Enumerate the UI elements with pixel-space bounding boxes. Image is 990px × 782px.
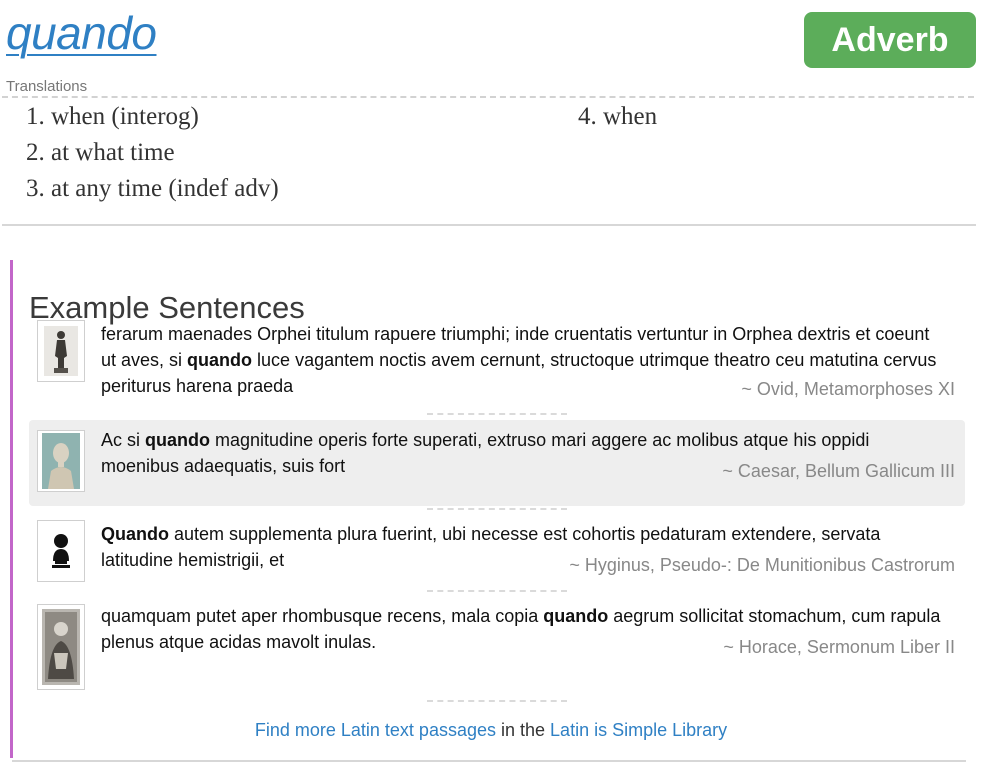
example-source: ~ Ovid, Metamorphoses XI: [741, 379, 955, 399]
keyword-highlight: quando: [187, 350, 253, 370]
library-link[interactable]: Latin is Simple Library: [550, 720, 727, 740]
statue-icon[interactable]: [37, 320, 85, 382]
example-source: ~ Caesar, Bellum Gallicum III: [722, 461, 955, 481]
example-sentences-section: Example Sentences ferarum maenades Orphe…: [10, 260, 969, 758]
example-separator: [427, 700, 567, 702]
headword-link[interactable]: quando: [6, 8, 157, 59]
example-separator: [427, 413, 567, 415]
example-row: Quando autem supplementa plura fuerint, …: [29, 514, 965, 594]
bottom-divider: [12, 760, 966, 762]
keyword-highlight: quando: [543, 606, 609, 626]
keyword-highlight: quando: [145, 430, 211, 450]
library-footer: Find more Latin text passages in the Lat…: [13, 720, 969, 741]
example-separator: [427, 508, 567, 510]
translations-divider: [2, 96, 974, 98]
translations-list-left: 1. when (interog) 2. at what time 3. at …: [26, 99, 279, 207]
translation-item: 2. at what time: [26, 139, 175, 166]
translation-item: 1. when (interog): [26, 103, 199, 130]
section-divider: [2, 224, 976, 226]
translation-item: 4. when: [578, 103, 658, 130]
bust-silhouette-icon[interactable]: [37, 520, 85, 582]
example-separator: [427, 590, 567, 592]
translations-list-right: 4. when: [578, 99, 657, 135]
translations-label: Translations: [6, 78, 88, 95]
example-source: ~ Hyginus, Pseudo-: De Munitionibus Cast…: [569, 555, 955, 575]
portrait-bust-icon[interactable]: [37, 430, 85, 492]
keyword-highlight: Quando: [101, 524, 169, 544]
find-more-passages-link[interactable]: Find more Latin text passages: [255, 720, 496, 740]
part-of-speech-badge: Adverb: [804, 12, 976, 68]
example-source: ~ Horace, Sermonum Liber II: [723, 637, 955, 657]
translation-item: 3. at any time (indef adv): [26, 175, 279, 202]
engraving-portrait-icon[interactable]: [37, 604, 85, 690]
footer-text: in the: [496, 720, 551, 740]
